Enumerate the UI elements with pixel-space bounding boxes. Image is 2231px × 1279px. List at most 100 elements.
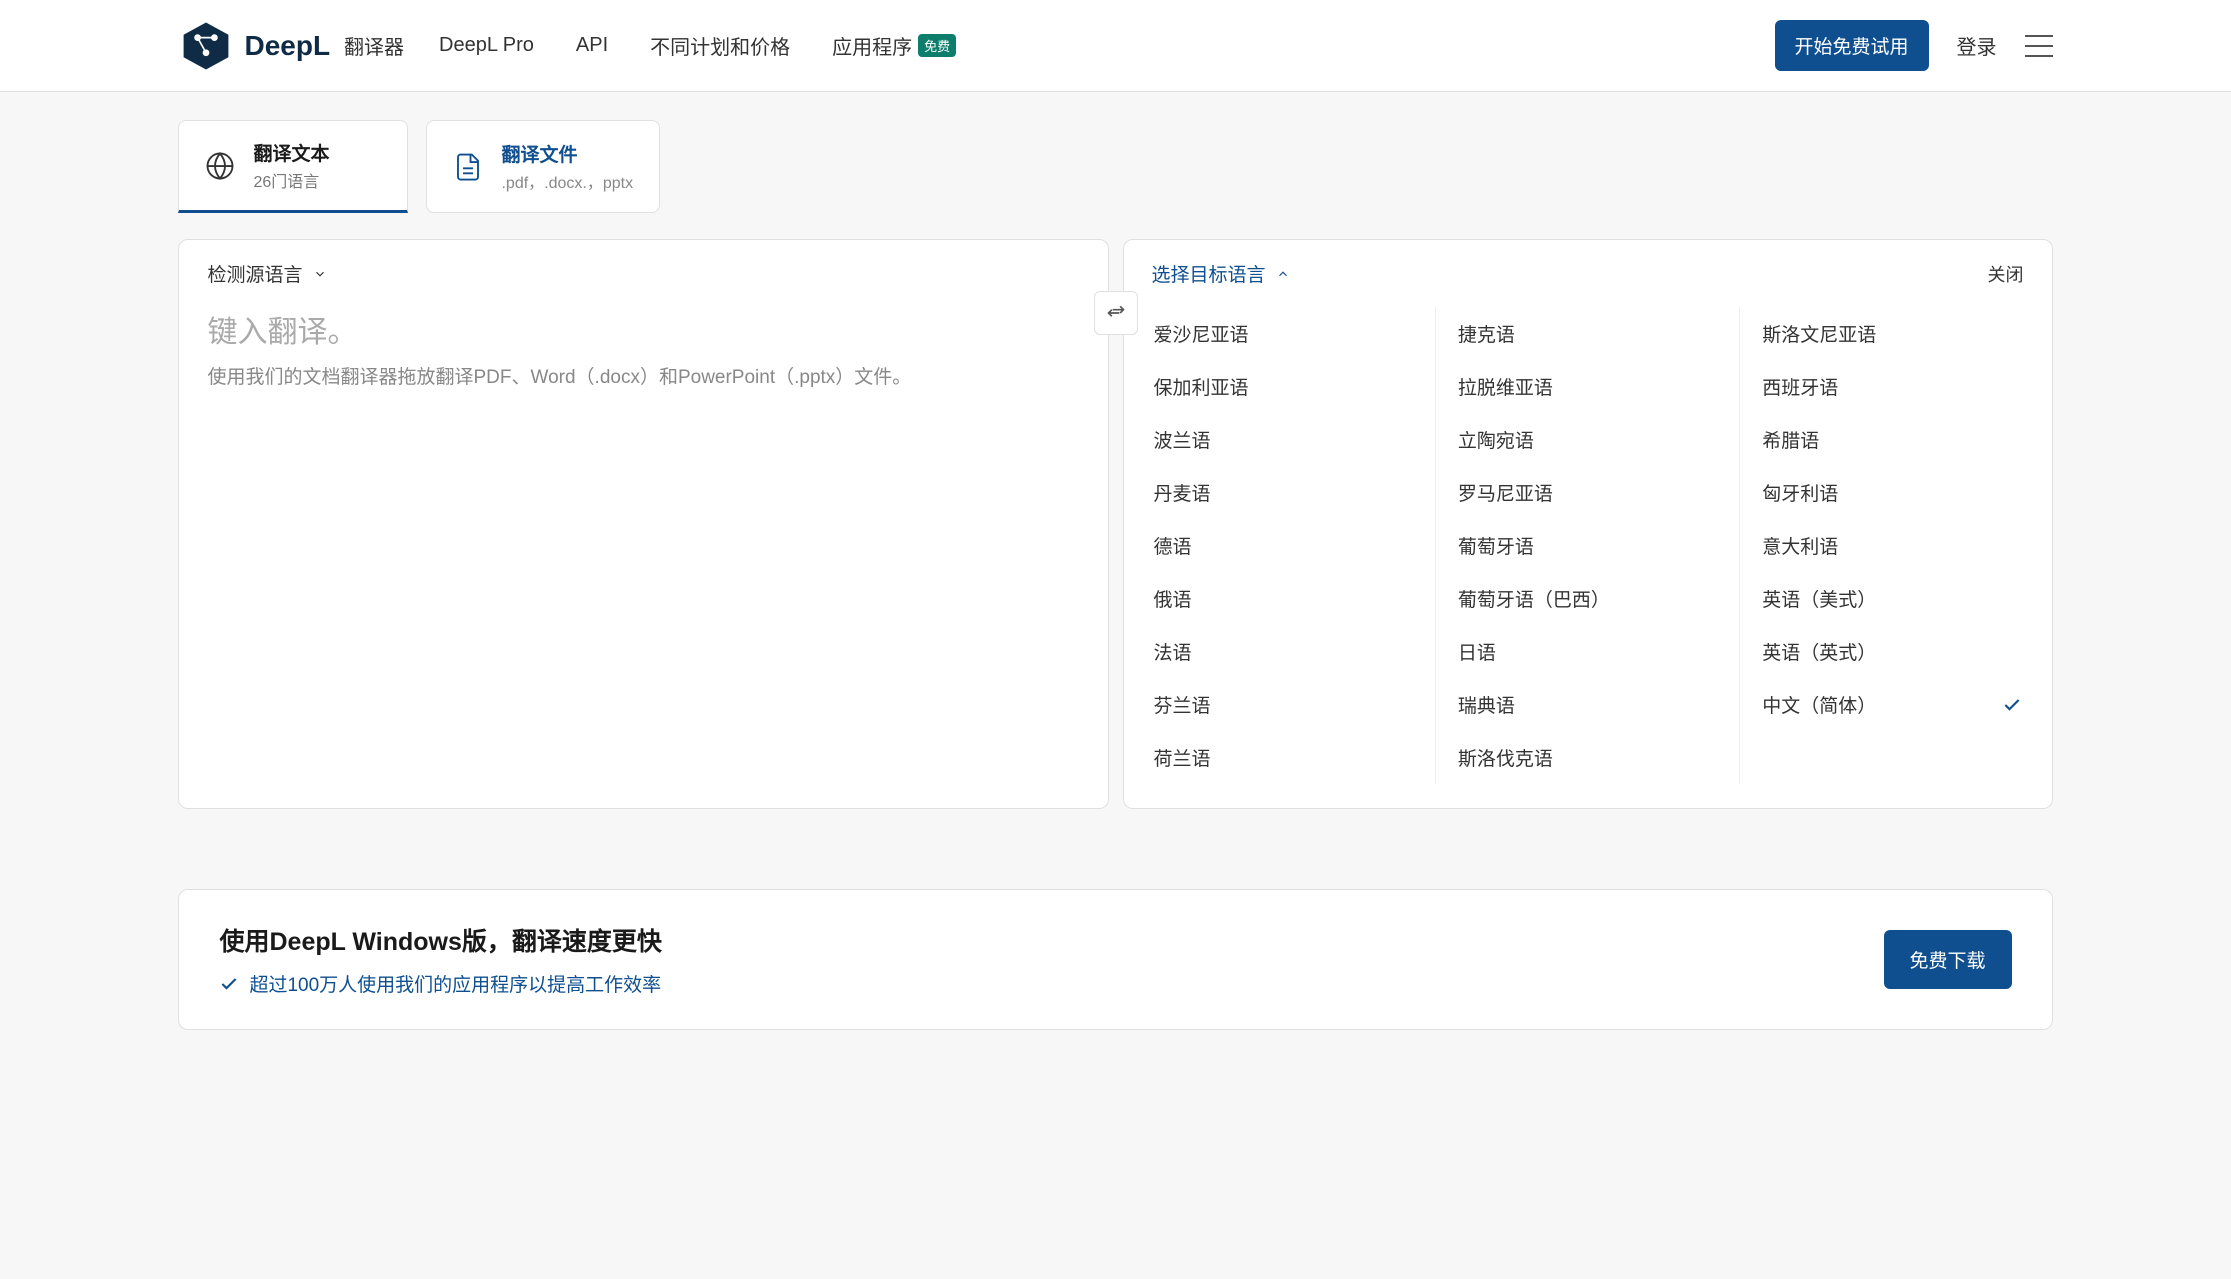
- header-right: 开始免费试用 登录: [1775, 20, 2053, 71]
- deepl-logo-icon: [178, 18, 234, 74]
- language-option[interactable]: 丹麦语: [1132, 466, 1435, 519]
- close-button[interactable]: 关闭: [1988, 261, 2024, 287]
- language-name: 希腊语: [1762, 426, 1819, 453]
- login-link[interactable]: 登录: [1957, 31, 1997, 60]
- mode-tabs: 翻译文本 26门语言 翻译文件 .pdf，.docx.，pptx: [178, 120, 2052, 213]
- language-name: 保加利亚语: [1154, 373, 1249, 400]
- language-column: 斯洛文尼亚语西班牙语希腊语匈牙利语意大利语英语（美式） 英语（英式） 中文（简体）: [1740, 307, 2043, 784]
- chevron-up-icon: [1276, 267, 1290, 281]
- free-badge: 免费: [918, 34, 956, 57]
- language-option[interactable]: 日语: [1436, 625, 1739, 678]
- language-option[interactable]: 斯洛伐克语: [1436, 731, 1739, 784]
- language-option[interactable]: 斯洛文尼亚语: [1740, 307, 2043, 360]
- language-option[interactable]: 罗马尼亚语: [1436, 466, 1739, 519]
- language-name: 英语（美式）: [1762, 585, 1876, 612]
- language-option[interactable]: 英语（美式）: [1740, 572, 2043, 625]
- language-option[interactable]: 拉脱维亚语: [1436, 360, 1739, 413]
- language-option[interactable]: 保加利亚语: [1132, 360, 1435, 413]
- tab-text-sub: 26门语言: [253, 168, 329, 192]
- language-name: 立陶宛语: [1458, 426, 1534, 453]
- brand-sub: 翻译器: [344, 31, 404, 60]
- tab-file-title: 翻译文件: [501, 140, 633, 167]
- language-option[interactable]: 西班牙语: [1740, 360, 2043, 413]
- promo-subtitle: 超过100万人使用我们的应用程序以提高工作效率: [219, 970, 661, 997]
- swap-languages-button[interactable]: [1094, 291, 1138, 335]
- language-column: 爱沙尼亚语保加利亚语波兰语丹麦语德语俄语法语芬兰语荷兰语: [1132, 307, 1436, 784]
- language-name: 意大利语: [1762, 532, 1838, 559]
- language-name: 葡萄牙语（巴西）: [1458, 585, 1610, 612]
- check-icon: [219, 974, 239, 994]
- language-name: 瑞典语: [1458, 691, 1515, 718]
- language-option[interactable]: 葡萄牙语: [1436, 519, 1739, 572]
- language-option[interactable]: 希腊语: [1740, 413, 2043, 466]
- language-option[interactable]: 俄语: [1132, 572, 1435, 625]
- source-hint: 使用我们的文档翻译器拖放翻译PDF、Word（.docx）和PowerPoint…: [207, 363, 1079, 393]
- language-column: 捷克语拉脱维亚语立陶宛语罗马尼亚语葡萄牙语葡萄牙语（巴西） 日语瑞典语斯洛伐克语: [1436, 307, 1740, 784]
- language-option[interactable]: 法语: [1132, 625, 1435, 678]
- translator-panels: 检测源语言 键入翻译。 使用我们的文档翻译器拖放翻译PDF、Word（.docx…: [178, 239, 2052, 809]
- language-name: 丹麦语: [1154, 479, 1211, 506]
- language-option[interactable]: 瑞典语: [1436, 678, 1739, 731]
- language-name: 拉脱维亚语: [1458, 373, 1553, 400]
- download-button[interactable]: 免费下载: [1884, 930, 2012, 989]
- language-name: 俄语: [1154, 585, 1192, 612]
- language-option[interactable]: 爱沙尼亚语: [1132, 307, 1435, 360]
- source-language-label: 检测源语言: [207, 260, 302, 287]
- source-language-select[interactable]: 检测源语言: [207, 260, 326, 287]
- nav-plans[interactable]: 不同计划和价格: [650, 31, 790, 60]
- language-name: 日语: [1458, 638, 1496, 665]
- target-language-select[interactable]: 选择目标语言: [1152, 260, 1290, 287]
- nav-apps[interactable]: 应用程序 免费: [832, 31, 956, 60]
- source-panel: 检测源语言 键入翻译。 使用我们的文档翻译器拖放翻译PDF、Word（.docx…: [178, 239, 1108, 809]
- target-panel: 选择目标语言 关闭 爱沙尼亚语保加利亚语波兰语丹麦语德语俄语法语芬兰语荷兰语捷克…: [1123, 239, 2053, 809]
- promo-banner: 使用DeepL Windows版，翻译速度更快 超过100万人使用我们的应用程序…: [178, 889, 2052, 1030]
- promo-title: 使用DeepL Windows版，翻译速度更快: [219, 922, 661, 958]
- hamburger-icon[interactable]: [2025, 35, 2053, 57]
- language-name: 中文（简体）: [1762, 691, 1876, 718]
- language-option[interactable]: 中文（简体）: [1740, 678, 2043, 731]
- language-option[interactable]: 英语（英式）: [1740, 625, 2043, 678]
- main-container: 翻译文本 26门语言 翻译文件 .pdf，.docx.，pptx 检测源语言 键…: [178, 92, 2052, 1030]
- nav-apps-label: 应用程序: [832, 31, 912, 60]
- chevron-down-icon: [313, 267, 327, 281]
- language-option[interactable]: 芬兰语: [1132, 678, 1435, 731]
- header: DeepL 翻译器 DeepL Pro API 不同计划和价格 应用程序 免费 …: [0, 0, 2231, 92]
- tab-translate-text[interactable]: 翻译文本 26门语言: [178, 120, 408, 213]
- tab-translate-file[interactable]: 翻译文件 .pdf，.docx.，pptx: [426, 120, 660, 213]
- promo-sub-text: 超过100万人使用我们的应用程序以提高工作效率: [249, 970, 661, 997]
- document-icon: [453, 152, 483, 182]
- language-name: 法语: [1154, 638, 1192, 665]
- language-option[interactable]: 捷克语: [1436, 307, 1739, 360]
- language-option[interactable]: 德语: [1132, 519, 1435, 572]
- language-option[interactable]: 立陶宛语: [1436, 413, 1739, 466]
- language-name: 西班牙语: [1762, 373, 1838, 400]
- language-name: 捷克语: [1458, 320, 1515, 347]
- tab-file-sub: .pdf，.docx.，pptx: [501, 169, 633, 193]
- source-input[interactable]: 键入翻译。 使用我们的文档翻译器拖放翻译PDF、Word（.docx）和Powe…: [179, 307, 1107, 421]
- language-name: 罗马尼亚语: [1458, 479, 1553, 506]
- language-name: 斯洛伐克语: [1458, 744, 1553, 771]
- source-placeholder: 键入翻译。: [207, 307, 1079, 351]
- start-trial-button[interactable]: 开始免费试用: [1775, 20, 1929, 71]
- language-option[interactable]: 葡萄牙语（巴西）: [1436, 572, 1739, 625]
- language-name: 匈牙利语: [1762, 479, 1838, 506]
- language-name: 斯洛文尼亚语: [1762, 320, 1876, 347]
- language-option[interactable]: 意大利语: [1740, 519, 2043, 572]
- language-name: 荷兰语: [1154, 744, 1211, 771]
- language-option[interactable]: 匈牙利语: [1740, 466, 2043, 519]
- nav-pro[interactable]: DeepL Pro: [439, 34, 534, 57]
- main-nav: DeepL Pro API 不同计划和价格 应用程序 免费: [439, 31, 956, 60]
- logo[interactable]: DeepL 翻译器: [178, 18, 404, 74]
- language-grid: 爱沙尼亚语保加利亚语波兰语丹麦语德语俄语法语芬兰语荷兰语捷克语拉脱维亚语立陶宛语…: [1124, 307, 2052, 808]
- target-language-label: 选择目标语言: [1152, 260, 1266, 287]
- tab-text-title: 翻译文本: [253, 139, 329, 166]
- language-option[interactable]: 波兰语: [1132, 413, 1435, 466]
- language-name: 英语（英式）: [1762, 638, 1876, 665]
- brand-name: DeepL: [244, 30, 330, 62]
- swap-icon: [1106, 303, 1126, 323]
- language-name: 波兰语: [1154, 426, 1211, 453]
- language-option[interactable]: 荷兰语: [1132, 731, 1435, 784]
- language-name: 德语: [1154, 532, 1192, 559]
- language-name: 芬兰语: [1154, 691, 1211, 718]
- nav-api[interactable]: API: [576, 34, 608, 57]
